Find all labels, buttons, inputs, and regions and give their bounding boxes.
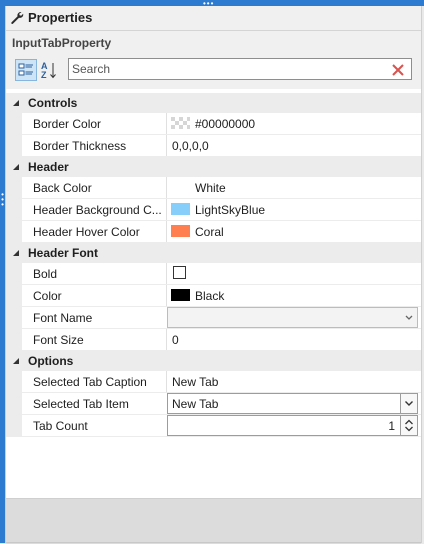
collapse-triangle-icon[interactable] [12, 357, 20, 365]
search-box [68, 58, 412, 80]
spinner-value: 1 [388, 419, 395, 433]
property-value[interactable]: New Tab [172, 375, 218, 389]
property-value: 0,0,0,0 [172, 139, 209, 153]
chevron-down-icon[interactable] [401, 394, 417, 413]
property-name: Border Thickness [33, 139, 127, 153]
category-header[interactable]: Header [6, 157, 421, 177]
selected-object-name: InputTabProperty [12, 36, 112, 50]
wrench-icon [11, 12, 24, 24]
property-row-selected-tab-caption[interactable]: Selected Tab Caption New Tab [6, 371, 421, 393]
dropdown-value: New Tab [172, 397, 219, 411]
search-input[interactable] [72, 61, 372, 77]
panel-title-bar[interactable]: Properties [6, 6, 421, 31]
property-name: Font Name [33, 311, 93, 325]
property-row-font-size[interactable]: Font Size 0 [6, 329, 421, 351]
property-row-header-background-color[interactable]: Header Background C... LightSkyBlue [6, 199, 421, 221]
property-name: Selected Tab Caption [33, 375, 147, 389]
color-swatch [171, 289, 190, 301]
clear-x-icon[interactable] [391, 63, 405, 77]
property-value: Black [195, 289, 225, 303]
property-row-tab-count[interactable]: Tab Count 1 [6, 415, 421, 437]
category-label: Header Font [28, 246, 99, 260]
property-row-header-hover-color[interactable]: Header Hover Color Coral [6, 221, 421, 243]
property-row-font-name[interactable]: Font Name [6, 307, 421, 329]
color-swatch [171, 203, 190, 215]
category-label: Header [28, 160, 69, 174]
property-grid: Controls Border Color #00000000 Border T… [6, 89, 421, 498]
property-name: Header Background C... [33, 203, 162, 217]
property-value[interactable]: 0 [172, 333, 179, 347]
property-name: Border Color [33, 117, 102, 131]
categorized-button[interactable] [15, 59, 37, 81]
selected-tab-item-dropdown[interactable]: New Tab [167, 393, 418, 414]
property-name: Tab Count [33, 419, 88, 433]
property-toolbar: A Z [6, 56, 421, 84]
property-value: Coral [195, 225, 224, 239]
chevron-down-icon[interactable] [401, 308, 417, 327]
property-name: Font Size [33, 333, 84, 347]
panel-title: Properties [28, 10, 93, 25]
property-name: Bold [33, 267, 58, 281]
property-name: Selected Tab Item [33, 397, 129, 411]
bold-checkbox[interactable] [173, 266, 186, 279]
property-name: Header Hover Color [33, 225, 140, 239]
property-value: LightSkyBlue [195, 203, 266, 217]
spin-up-down-icon[interactable] [401, 416, 417, 435]
collapse-triangle-icon[interactable] [12, 249, 20, 257]
property-name: Back Color [33, 181, 92, 195]
collapse-triangle-icon[interactable] [12, 163, 20, 171]
property-name: Color [33, 289, 62, 303]
property-row-bold[interactable]: Bold [6, 263, 421, 285]
properties-panel: Properties InputTabProperty A Z Search C… [5, 6, 422, 544]
property-row-border-thickness[interactable]: Border Thickness 0,0,0,0 [6, 135, 421, 157]
category-controls[interactable]: Controls [6, 93, 421, 113]
category-label: Controls [28, 96, 78, 110]
description-area [6, 498, 421, 544]
collapse-triangle-icon[interactable] [12, 99, 20, 107]
tab-count-spinner[interactable]: 1 [167, 415, 418, 436]
svg-text:Z: Z [41, 70, 47, 80]
categorized-icon [18, 63, 33, 76]
property-row-selected-tab-item[interactable]: Selected Tab Item New Tab [6, 393, 421, 415]
color-swatch [171, 225, 190, 237]
transparent-swatch-icon [171, 117, 190, 129]
alphabetical-button[interactable]: A Z [39, 59, 61, 81]
property-row-back-color[interactable]: Back Color White [6, 177, 421, 199]
font-name-dropdown[interactable] [167, 307, 418, 328]
property-value: White [195, 181, 226, 195]
property-value: #00000000 [195, 117, 256, 131]
category-header-font[interactable]: Header Font [6, 243, 421, 263]
alphabetical-icon: A Z [41, 61, 56, 80]
category-label: Options [28, 354, 74, 368]
property-row-border-color[interactable]: Border Color #00000000 [6, 113, 421, 135]
property-row-font-color[interactable]: Color Black [6, 285, 421, 307]
category-options[interactable]: Options [6, 351, 421, 371]
